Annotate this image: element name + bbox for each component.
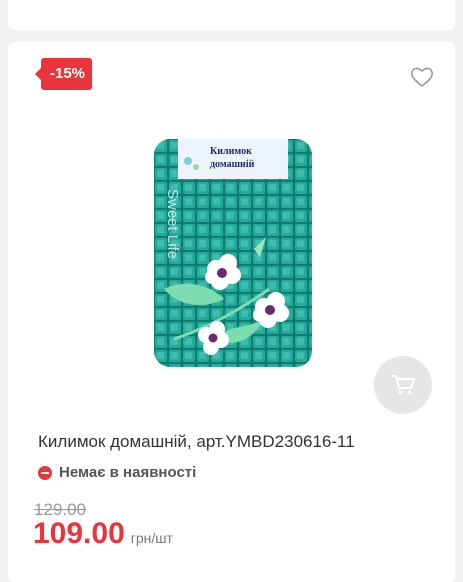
cart-icon <box>391 375 415 395</box>
add-to-cart-button[interactable] <box>374 356 432 414</box>
mat-label-line2: домашній <box>210 159 255 170</box>
current-price: 109.00 <box>33 517 125 550</box>
minus-circle-icon <box>38 465 52 480</box>
price-row: 109.00 грн/шт <box>33 517 173 551</box>
stock-status-text: Немає в наявності <box>59 464 197 481</box>
wishlist-heart-icon[interactable] <box>410 66 434 88</box>
mat-label-line1: Килимок <box>210 146 252 157</box>
product-image[interactable]: Килимок домашній Sweet Life <box>154 139 312 367</box>
discount-badge: -15% <box>34 58 93 90</box>
product-title[interactable]: Килимок домашній, арт.YMBD230616-11 <box>38 432 355 452</box>
product-card[interactable]: -15% Килимок домашній Sweet Life Килимок… <box>8 42 455 582</box>
stock-status: Немає в наявності <box>38 464 196 481</box>
previous-product-card <box>8 0 455 30</box>
price-unit: грн/шт <box>130 530 173 546</box>
mat-vertical-text: Sweet Life <box>164 189 181 259</box>
